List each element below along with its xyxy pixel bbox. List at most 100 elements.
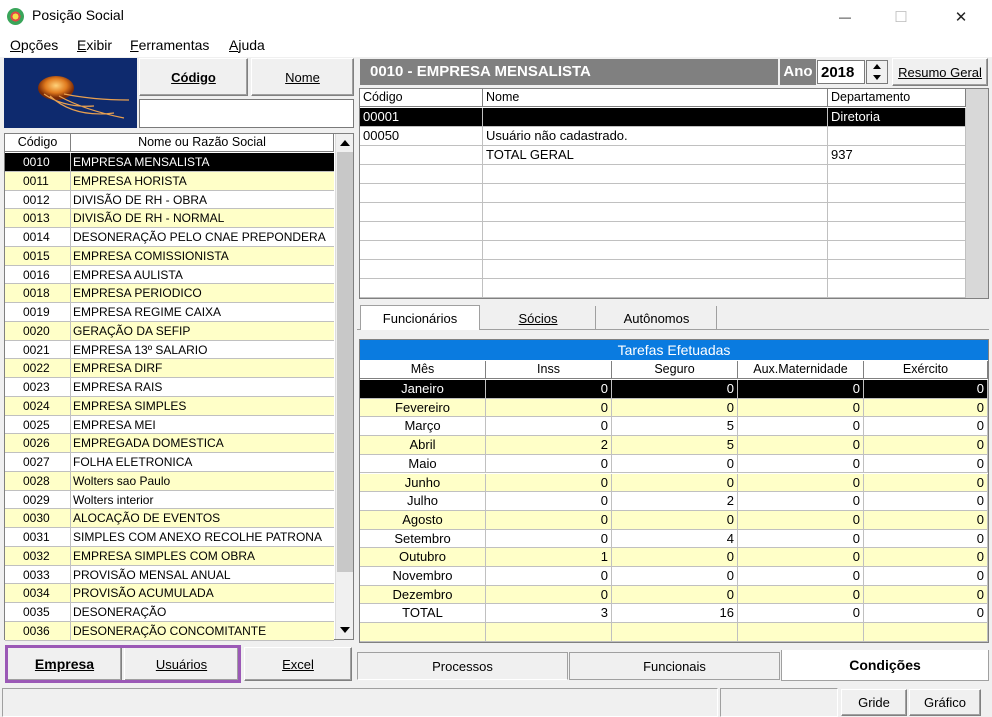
menu-ferramentas[interactable]: Ferramentas [130, 37, 209, 53]
tasks-grid[interactable]: Tarefas Efetuadas Mês Inss Seguro Aux.Mater… [359, 339, 989, 643]
col-header-nome[interactable]: Nome ou Razão Social [71, 134, 334, 152]
task-cell: 0 [738, 454, 864, 473]
task-row[interactable]: Novembro 0 0 0 0 [360, 567, 988, 586]
company-row[interactable]: 0029 Wolters interior [5, 490, 334, 510]
task-row[interactable]: Setembro 0 4 0 0 [360, 529, 988, 549]
search-input[interactable] [139, 99, 354, 128]
company-row[interactable]: 0021 EMPRESA 13º SALARIO [5, 340, 334, 360]
company-row[interactable]: 0018 EMPRESA PERIODICO [5, 284, 334, 303]
company-row[interactable]: 0025 EMPRESA MEI [5, 415, 334, 435]
company-row[interactable]: 0012 DIVISÃO DE RH - OBRA [5, 190, 334, 210]
spin-down-icon[interactable] [873, 75, 881, 80]
company-list-scrollbar[interactable] [335, 134, 353, 639]
spin-up-icon[interactable] [873, 64, 881, 69]
dept-row[interactable] [360, 241, 966, 260]
company-row[interactable]: 0020 GERAÇÃO DA SEFIP [5, 321, 334, 341]
company-row[interactable]: 0015 EMPRESA COMISSIONISTA [5, 246, 334, 266]
company-row[interactable]: 0032 EMPRESA SIMPLES COM OBRA [5, 546, 334, 566]
task-col-header[interactable]: Exército [864, 361, 988, 379]
task-col-header[interactable]: Inss [486, 361, 612, 379]
company-list[interactable]: Código Nome ou Razão Social 0010 EMPRESA … [4, 133, 354, 641]
task-cell [360, 623, 486, 642]
dept-grid-scrollbar[interactable] [966, 89, 988, 298]
company-row[interactable]: 0013 DIVISÃO DE RH - NORMAL [5, 209, 334, 228]
dept-row[interactable] [360, 279, 966, 298]
dept-row[interactable] [360, 222, 966, 241]
dept-col-nome[interactable]: Nome [483, 89, 828, 107]
company-row[interactable]: 0024 EMPRESA SIMPLES [5, 396, 334, 416]
excel-button[interactable]: Excel [244, 647, 352, 681]
maximize-button[interactable]: ☐ [878, 0, 924, 34]
menu-opcoes[interactable]: Opções [10, 37, 58, 53]
dept-col-codigo[interactable]: Código [360, 89, 483, 107]
resumo-geral-button[interactable]: Resumo Geral [892, 58, 988, 86]
dept-row[interactable]: TOTAL GERAL 937 [360, 146, 966, 165]
ano-spinner[interactable] [866, 60, 888, 84]
dept-row[interactable] [360, 165, 966, 184]
scroll-up-icon[interactable] [340, 140, 350, 146]
tab-processos[interactable]: Processos [357, 652, 568, 680]
scroll-down-icon[interactable] [340, 627, 350, 633]
task-row[interactable]: Outubro 1 0 0 0 [360, 548, 988, 567]
codigo-sort-button[interactable]: Código [139, 58, 248, 96]
tab-socios[interactable]: Sócios [481, 306, 596, 330]
company-row[interactable]: 0031 SIMPLES COM ANEXO RECOLHE PATRONA [5, 528, 334, 547]
task-col-header[interactable]: Seguro [612, 361, 738, 379]
company-row[interactable]: 0033 PROVISÃO MENSAL ANUAL [5, 565, 334, 585]
company-row[interactable]: 0022 EMPRESA DIRF [5, 359, 334, 378]
company-row[interactable]: 0016 EMPRESA AULISTA [5, 265, 334, 285]
minimize-button[interactable]: — [822, 0, 868, 34]
task-row[interactable]: Julho 0 2 0 0 [360, 492, 988, 511]
task-row[interactable]: Abril 2 5 0 0 [360, 436, 988, 455]
tab-condicoes[interactable]: Condições [781, 650, 989, 681]
close-button[interactable]: ✕ [938, 0, 984, 34]
task-row[interactable]: Fevereiro 0 0 0 0 [360, 398, 988, 418]
company-row[interactable]: 0019 EMPRESA REGIME CAIXA [5, 303, 334, 322]
company-row[interactable]: 0030 ALOCAÇÃO DE EVENTOS [5, 509, 334, 528]
company-row[interactable]: 0014 DESONERAÇÃO PELO CNAE PREPONDERA [5, 228, 334, 247]
tab-funcionarios[interactable]: Funcionários [360, 305, 480, 330]
task-cell: 0 [612, 510, 738, 529]
task-cell: 0 [864, 417, 988, 436]
col-header-codigo[interactable]: Código [5, 134, 71, 152]
task-row[interactable] [360, 623, 988, 642]
dept-row[interactable] [360, 260, 966, 279]
company-row[interactable]: 0010 EMPRESA MENSALISTA [5, 153, 334, 172]
task-row[interactable]: Dezembro 0 0 0 0 [360, 585, 988, 605]
task-row[interactable]: Agosto 0 0 0 0 [360, 510, 988, 530]
dept-row[interactable] [360, 184, 966, 203]
company-row[interactable]: 0028 Wolters sao Paulo [5, 471, 334, 491]
company-row[interactable]: 0023 EMPRESA RAIS [5, 378, 334, 397]
nome-sort-button[interactable]: Nome [251, 58, 354, 96]
menu-ajuda[interactable]: Ajuda [229, 37, 265, 53]
dept-row[interactable] [360, 203, 966, 222]
task-row[interactable]: Junho 0 0 0 0 [360, 473, 988, 493]
task-cell: Outubro [360, 548, 486, 567]
company-code: 0020 [5, 321, 71, 340]
dept-row[interactable]: 00050 Usuário não cadastrado. [360, 127, 966, 146]
menu-exibir[interactable]: Exibir [77, 37, 112, 53]
tab-funcionais[interactable]: Funcionais [569, 652, 780, 680]
tab-autonomos[interactable]: Autônomos [597, 306, 717, 330]
task-cell: 0 [864, 398, 988, 417]
task-col-header[interactable]: Aux.Maternidade [738, 361, 864, 379]
company-row[interactable]: 0027 FOLHA ELETRONICA [5, 453, 334, 472]
department-grid[interactable]: Código Nome Departamento 00001 Diretoria 0… [359, 88, 989, 299]
dept-col-departamento[interactable]: Departamento [828, 89, 966, 107]
task-col-header[interactable]: Mês [360, 361, 486, 379]
company-row[interactable]: 0034 PROVISÃO ACUMULADA [5, 584, 334, 603]
dept-cell [360, 146, 483, 165]
task-row[interactable]: TOTAL 3 16 0 0 [360, 604, 988, 624]
company-row[interactable]: 0011 EMPRESA HORISTA [5, 171, 334, 191]
ano-input[interactable] [817, 60, 865, 84]
task-row[interactable]: Março 0 5 0 0 [360, 417, 988, 437]
dept-row[interactable]: 00001 Diretoria [360, 108, 966, 127]
company-row[interactable]: 0036 DESONERAÇÃO CONCOMITANTE [5, 621, 334, 641]
task-row[interactable]: Maio 0 0 0 0 [360, 454, 988, 474]
company-row[interactable]: 0026 EMPREGADA DOMESTICA [5, 434, 334, 453]
scroll-thumb[interactable] [337, 152, 353, 572]
grafico-button[interactable]: Gráfico [909, 689, 981, 716]
company-row[interactable]: 0035 DESONERAÇÃO [5, 603, 334, 622]
task-row[interactable]: Janeiro 0 0 0 0 [360, 380, 988, 399]
gride-button[interactable]: Gride [841, 689, 907, 716]
